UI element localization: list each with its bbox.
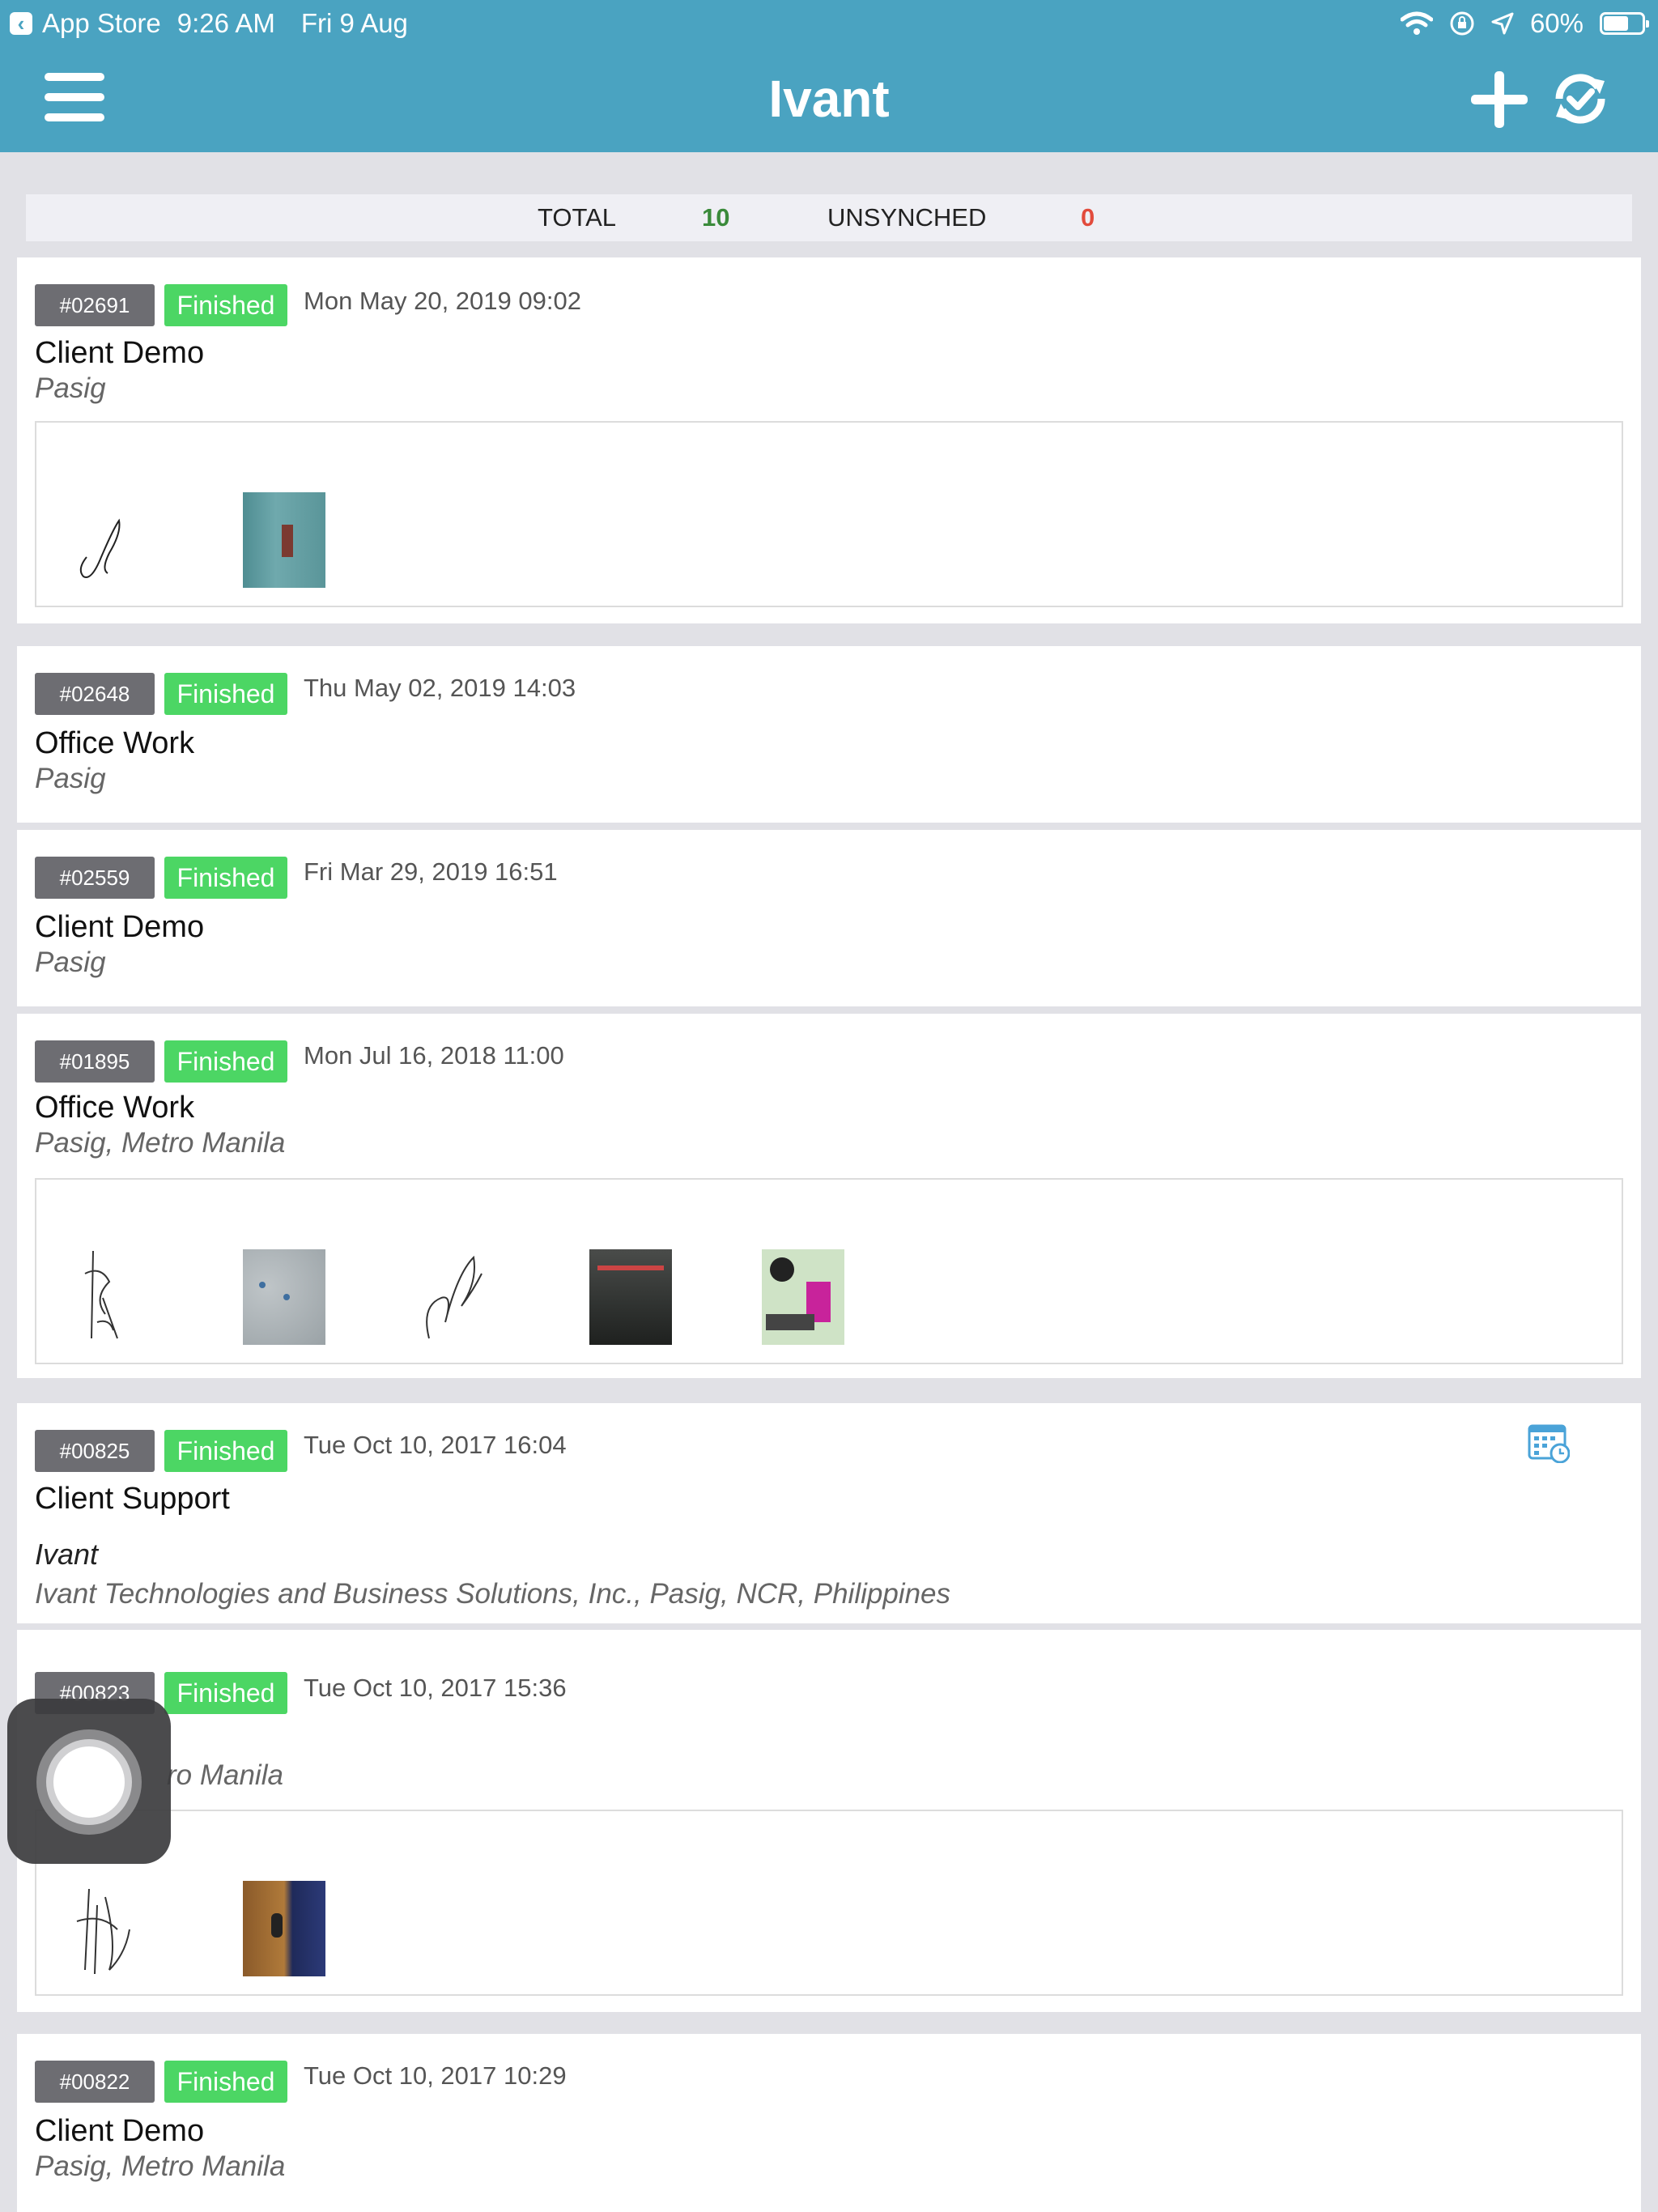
total-label: TOTAL <box>538 203 617 232</box>
status-badge: Finished <box>164 1430 287 1472</box>
job-date: Thu May 02, 2019 14:03 <box>304 674 576 702</box>
job-date: Tue Oct 10, 2017 16:04 <box>304 1431 567 1459</box>
photo-thumbnail[interactable] <box>243 1249 325 1345</box>
status-badge: Finished <box>164 1040 287 1083</box>
status-badge: Finished <box>164 1672 287 1714</box>
job-title: Office Work <box>35 1091 195 1125</box>
photo-thumbnail[interactable] <box>243 492 325 588</box>
job-card[interactable]: #02648 Finished Thu May 02, 2019 14:03 O… <box>17 646 1641 823</box>
back-to-app-icon[interactable]: ‹ <box>10 12 32 35</box>
signature-image[interactable] <box>69 1881 151 1976</box>
job-title: Client Support <box>35 1482 230 1516</box>
attachment-gallery <box>35 1810 1623 1996</box>
job-title: Office Work <box>35 726 195 760</box>
plus-icon[interactable] <box>1469 70 1529 130</box>
job-id-badge: #01895 <box>35 1040 155 1083</box>
calendar-schedule-icon[interactable] <box>1528 1421 1570 1463</box>
attachment-gallery <box>35 421 1623 607</box>
job-card[interactable]: #02559 Finished Fri Mar 29, 2019 16:51 C… <box>17 830 1641 1006</box>
status-badge: Finished <box>164 284 287 326</box>
job-title: Client Demo <box>35 2114 205 2148</box>
job-location: Pasig, Metro Manila <box>35 2150 286 2182</box>
job-date: Mon May 20, 2019 09:02 <box>304 287 581 315</box>
status-time: 9:26 AM <box>176 8 275 38</box>
job-id-badge: #02648 <box>35 673 155 715</box>
status-badge: Finished <box>164 673 287 715</box>
sync-icon[interactable] <box>1548 66 1613 131</box>
total-count: 10 <box>702 203 730 232</box>
signature-image[interactable] <box>69 1249 151 1345</box>
job-organization: Ivant <box>35 1538 99 1571</box>
back-app-label[interactable]: App Store <box>42 0 161 47</box>
photo-thumbnail[interactable] <box>243 1881 325 1976</box>
orientation-lock-icon <box>1450 11 1474 36</box>
job-id-badge: #02559 <box>35 857 155 899</box>
job-id-badge: #02691 <box>35 284 155 326</box>
status-badge: Finished <box>164 2061 287 2103</box>
job-location: Ivant Technologies and Business Solution… <box>35 1578 951 1610</box>
signature-image[interactable] <box>69 492 151 588</box>
job-card[interactable]: #01895 Finished Mon Jul 16, 2018 11:00 O… <box>17 1014 1641 1378</box>
page-title: Ivant <box>768 70 890 128</box>
job-location: Pasig <box>35 763 106 794</box>
job-card[interactable]: #02691 Finished Mon May 20, 2019 09:02 C… <box>17 257 1641 623</box>
job-id-badge: #00825 <box>35 1430 155 1472</box>
attachment-gallery <box>35 1178 1623 1364</box>
photo-thumbnail[interactable] <box>762 1249 844 1345</box>
location-arrow-icon <box>1491 12 1514 35</box>
status-bar: ‹ App Store 9:26 AM Fri 9 Aug 60% <box>0 0 1658 47</box>
job-location: Pasig <box>35 946 106 978</box>
job-id-badge: #00822 <box>35 2061 155 2103</box>
job-date: Tue Oct 10, 2017 10:29 <box>304 2061 567 2090</box>
summary-bar: TOTAL 10 UNSYNCHED 0 <box>26 194 1632 241</box>
job-date: Mon Jul 16, 2018 11:00 <box>304 1041 564 1070</box>
job-card[interactable]: #00822 Finished Tue Oct 10, 2017 10:29 C… <box>17 2034 1641 2212</box>
job-location: Pasig, Metro Manila <box>35 1127 286 1159</box>
photo-thumbnail[interactable] <box>589 1249 672 1345</box>
unsynched-label: UNSYNCHED <box>827 203 987 232</box>
signature-image[interactable] <box>417 1249 500 1345</box>
wifi-icon <box>1400 11 1433 35</box>
job-card[interactable]: #00823 Finished Tue Oct 10, 2017 15:36 r… <box>17 1630 1641 2012</box>
status-date: Fri 9 Aug <box>300 8 408 38</box>
job-location: ro Manila <box>167 1759 283 1791</box>
status-badge: Finished <box>164 857 287 899</box>
unsynched-count: 0 <box>1081 203 1095 232</box>
job-date: Tue Oct 10, 2017 15:36 <box>304 1674 567 1702</box>
assistive-touch-button[interactable] <box>7 1699 171 1864</box>
job-location: Pasig <box>35 372 106 404</box>
navigation-bar: ‹ App Store 9:26 AM Fri 9 Aug 60% Ivant <box>0 0 1658 152</box>
battery-icon <box>1600 12 1649 35</box>
job-title: Client Demo <box>35 336 205 370</box>
job-date: Fri Mar 29, 2019 16:51 <box>304 857 558 886</box>
job-card[interactable]: #00825 Finished Tue Oct 10, 2017 16:04 C… <box>17 1403 1641 1623</box>
battery-percent: 60% <box>1529 8 1584 38</box>
job-title: Client Demo <box>35 910 205 944</box>
